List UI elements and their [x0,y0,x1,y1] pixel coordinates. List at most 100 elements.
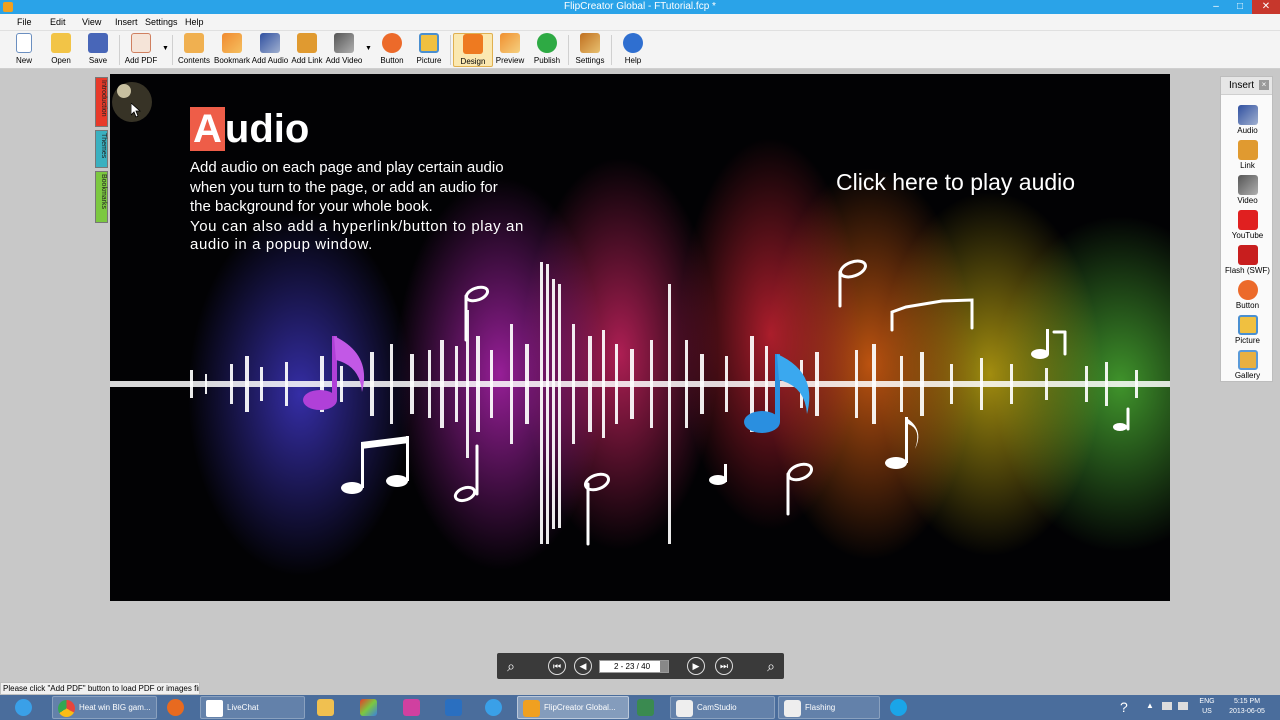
volume-icon[interactable] [1178,702,1188,710]
bookmark-icon [222,33,242,53]
taskbar-app-colors[interactable] [355,696,389,719]
zoom-in-icon[interactable]: ⌕ [501,656,521,676]
taskbar-camstudio[interactable]: CamStudio [670,696,775,719]
open-button[interactable]: Open [41,33,81,67]
insert-gallery[interactable]: Gallery [1221,350,1274,380]
add-pdf-icon [131,33,151,53]
publish-button[interactable]: Publish [527,33,567,67]
audio-icon [260,33,280,53]
previous-page-icon[interactable]: ◀ [574,657,592,675]
page-navigation-bar: ⌕ ⏮ ◀ 2 - 23 / 40 ▶ ⏭ ⌕ [497,653,784,679]
taskbar-flipcreator[interactable]: FlipCreator Global... [517,696,629,719]
video-reel-icon [1237,175,1258,195]
contents-button[interactable]: Contents [174,33,214,67]
design-button[interactable]: Design [453,33,493,67]
add-audio-button[interactable]: Add Audio [250,33,290,67]
taskbar-app-green[interactable] [632,696,666,719]
audio-icon [1237,105,1258,125]
insert-button[interactable]: Button [1221,280,1274,310]
menu-file[interactable]: File [17,17,32,27]
internet-explorer-icon [485,699,502,716]
youtube-icon [1237,210,1258,230]
insert-picture[interactable]: Picture [1221,315,1274,345]
taskbar-livechat[interactable]: LiveChat [200,696,305,719]
taskbar-chrome[interactable]: Heat win BIG gam... [52,696,157,719]
folder-icon [317,699,334,716]
preview-icon [500,33,520,53]
tab-bookmarks[interactable]: Bookmarks [95,171,108,223]
settings-icon [580,33,600,53]
language-indicator[interactable]: ENG US [1196,697,1218,717]
bookmark-button[interactable]: Bookmark [212,33,252,67]
mouse-pointer-icon [131,103,141,118]
picture-button[interactable]: Picture [409,33,449,67]
page-description: Add audio on each page and play certain … [190,159,504,215]
music-note-purple-icon [303,336,365,410]
zoom-out-icon[interactable]: ⌕ [761,656,781,676]
tab-introduction[interactable]: Introduction [95,77,108,127]
network-icon[interactable] [1162,702,1172,710]
taskbar-app-blue[interactable] [440,696,474,719]
menu-view[interactable]: View [82,17,101,27]
help-button[interactable]: Help [613,33,653,67]
design-icon [463,34,483,54]
first-page-icon[interactable]: ⏮ [548,657,566,675]
picture-icon [419,33,439,53]
new-button[interactable]: New [4,33,44,67]
add-pdf-dropdown-icon[interactable]: ▼ [162,45,169,52]
add-video-dropdown-icon[interactable]: ▼ [365,45,372,52]
minimize-button[interactable]: – [1204,0,1228,14]
add-video-button[interactable]: Add Video [324,33,364,67]
audio-object-icon[interactable] [117,84,131,98]
toolbar-separator [568,35,569,65]
insert-video[interactable]: Video [1221,175,1274,205]
status-bar: Please click "Add PDF" button to load PD… [0,682,200,695]
taskbar-app-pink[interactable] [398,696,432,719]
close-icon[interactable]: × [1259,80,1269,90]
insert-flash[interactable]: Flash (SWF) [1221,245,1274,275]
insert-youtube[interactable]: YouTube [1221,210,1274,240]
tab-themes[interactable]: Themes [95,130,108,168]
button-button[interactable]: Button [372,33,412,67]
play-audio-link[interactable]: Click here to play audio [836,169,1075,196]
toolbar-separator [450,35,451,65]
help-icon [623,33,643,53]
contents-icon [184,33,204,53]
clock[interactable]: 5:15 PM 2013-06-05 [1222,697,1272,717]
maximize-button[interactable]: □ [1228,0,1252,14]
book-page[interactable]: Audio Add audio on each page and play ce… [110,74,1170,601]
taskbar-firefox[interactable] [162,696,196,719]
last-page-icon[interactable]: ⏭ [715,657,733,675]
add-link-button[interactable]: Add Link [287,33,327,67]
taskbar-explorer[interactable] [312,696,346,719]
tray-show-hidden-icon[interactable]: ▲ [1146,701,1154,711]
menu-edit[interactable]: Edit [50,17,66,27]
menu-settings[interactable]: Settings [145,17,178,27]
game-icon [637,699,654,716]
toolbar-separator [119,35,120,65]
insert-panel-header: Insert × [1221,77,1272,95]
taskbar-ie2[interactable] [480,696,514,719]
settings-button[interactable]: Settings [570,33,610,67]
preview-button[interactable]: Preview [490,33,530,67]
menu-help[interactable]: Help [185,17,204,27]
video-reel-icon [334,33,354,53]
insert-audio[interactable]: Audio [1221,105,1274,135]
taskbar-ie[interactable] [10,696,44,719]
menu-insert[interactable]: Insert [115,17,138,27]
page-heading: Audio [190,107,309,151]
page-number-input[interactable]: 2 - 23 / 40 [599,660,669,673]
menu-bar: File Edit View Insert Settings Help [0,14,1280,31]
skype-icon [890,699,907,716]
publish-arrow-icon [537,33,557,53]
taskbar-skype[interactable] [885,696,919,719]
save-button[interactable]: Save [78,33,118,67]
taskbar-flashing[interactable]: Flashing [778,696,880,719]
page-spinner-icon[interactable] [660,661,668,672]
insert-link[interactable]: Link [1221,140,1274,170]
next-page-icon[interactable]: ▶ [687,657,705,675]
close-button[interactable]: ✕ [1252,0,1280,14]
save-disk-icon [88,33,108,53]
add-pdf-button[interactable]: Add PDF [121,33,161,67]
help-tray-icon[interactable]: ? [1120,698,1128,716]
